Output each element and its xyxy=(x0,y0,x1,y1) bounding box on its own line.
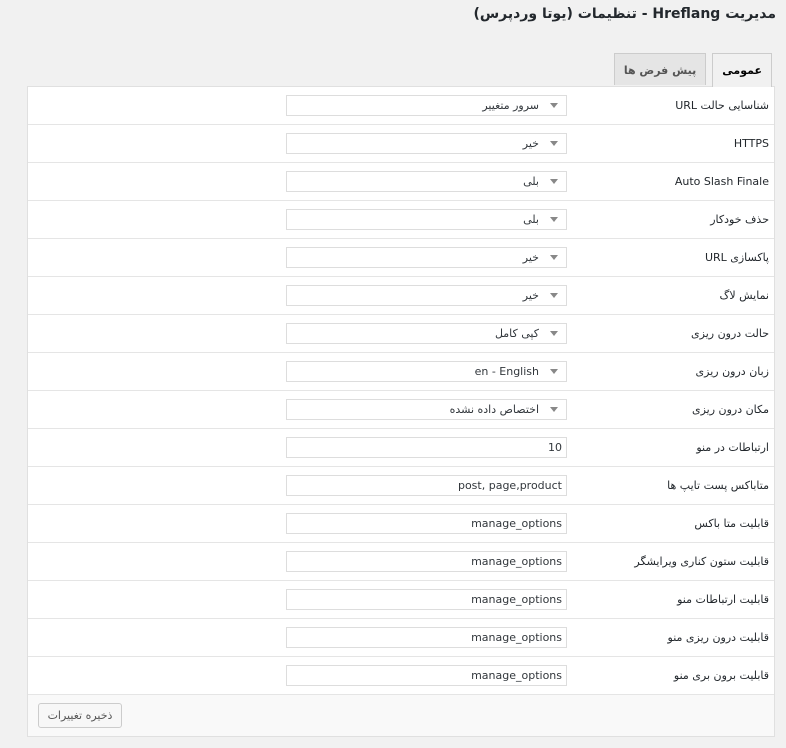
setting-row-menu-links: ارتباطات در منو xyxy=(28,429,774,467)
dropdown-arrow-icon xyxy=(550,255,558,260)
save-changes-button[interactable]: ذخیره تغییرات xyxy=(38,703,122,728)
metabox-post-types-input[interactable] xyxy=(286,475,567,496)
setting-label: قابلیت متا باکس xyxy=(694,517,769,530)
dropdown-arrow-icon xyxy=(550,369,558,374)
setting-row-editor-sidebar-capability: قابلیت ستون کناری ویرایشگر xyxy=(28,543,774,581)
menu-export-capability-input[interactable] xyxy=(286,665,567,686)
dropdown-arrow-icon xyxy=(550,103,558,108)
auto-slash-select[interactable]: بلی xyxy=(286,171,567,192)
setting-label: پاکسازی URL xyxy=(704,251,769,264)
setting-label: شناسایی حالت URL xyxy=(675,99,769,112)
setting-row-menu-export-capability: قابلیت برون بری منو xyxy=(28,657,774,695)
import-location-select[interactable]: اختصاص داده نشده xyxy=(286,399,567,420)
setting-label: ارتباطات در منو xyxy=(696,441,769,454)
menu-import-capability-input[interactable] xyxy=(286,627,567,648)
show-log-select[interactable]: خیر xyxy=(286,285,567,306)
setting-row-import-language: زبان درون ریزی en - English xyxy=(28,353,774,391)
menu-links-capability-input[interactable] xyxy=(286,589,567,610)
menu-links-input[interactable] xyxy=(286,437,567,458)
dropdown-arrow-icon xyxy=(550,141,558,146)
setting-label: مکان درون ریزی xyxy=(691,403,769,416)
select-value: خیر xyxy=(522,251,539,264)
setting-label: حالت درون ریزی xyxy=(691,327,769,340)
setting-label: Auto Slash Finale xyxy=(674,175,769,188)
setting-label: قابلیت ارتباطات منو xyxy=(677,593,769,606)
url-cleanup-select[interactable]: خیر xyxy=(286,247,567,268)
setting-row-menu-links-capability: قابلیت ارتباطات منو xyxy=(28,581,774,619)
setting-label: متاباکس پست تایپ ها xyxy=(667,479,769,492)
setting-row-menu-import-capability: قابلیت درون ریزی منو xyxy=(28,619,774,657)
select-value: خیر xyxy=(522,289,539,302)
auto-delete-select[interactable]: بلی xyxy=(286,209,567,230)
page-title: مدیریت Hreflang - تنظیمات (یوتا وردپرس) xyxy=(473,6,776,22)
form-footer: ذخیره تغییرات xyxy=(28,695,774,736)
metabox-capability-input[interactable] xyxy=(286,513,567,534)
setting-row-import-mode: حالت درون ریزی کپی کامل xyxy=(28,315,774,353)
dropdown-arrow-icon xyxy=(550,293,558,298)
tab-defaults[interactable]: پیش فرض ها xyxy=(613,53,707,85)
setting-row-https: HTTPS خیر xyxy=(28,125,774,163)
setting-row-metabox-capability: قابلیت متا باکس xyxy=(28,505,774,543)
setting-label: زبان درون ریزی xyxy=(695,365,769,378)
tab-bar: عمومی پیش فرض ها xyxy=(608,53,772,87)
setting-label: قابلیت ستون کناری ویرایشگر xyxy=(634,555,769,568)
setting-row-metabox-post-types: متاباکس پست تایپ ها xyxy=(28,467,774,505)
setting-label: HTTPS xyxy=(733,137,769,150)
setting-row-url-detection: شناسایی حالت URL سرور متغییر xyxy=(28,87,774,125)
url-detection-select[interactable]: سرور متغییر xyxy=(286,95,567,116)
select-value: en - English xyxy=(474,365,539,378)
dropdown-arrow-icon xyxy=(550,407,558,412)
dropdown-arrow-icon xyxy=(550,331,558,336)
tab-general[interactable]: عمومی xyxy=(712,53,772,87)
setting-row-auto-slash: Auto Slash Finale بلی xyxy=(28,163,774,201)
https-select[interactable]: خیر xyxy=(286,133,567,154)
setting-row-show-log: نمایش لاگ خیر xyxy=(28,277,774,315)
dropdown-arrow-icon xyxy=(550,217,558,222)
import-language-select[interactable]: en - English xyxy=(286,361,567,382)
setting-label: قابلیت درون ریزی منو xyxy=(667,631,769,644)
setting-label: نمایش لاگ xyxy=(719,289,769,302)
settings-panel: شناسایی حالت URL سرور متغییر HTTPS خیر A… xyxy=(27,86,775,737)
setting-row-auto-delete: حذف خودکار بلی xyxy=(28,201,774,239)
select-value: کپی کامل xyxy=(494,327,539,340)
setting-label: حذف خودکار xyxy=(710,213,769,226)
setting-row-url-cleanup: پاکسازی URL خیر xyxy=(28,239,774,277)
setting-row-import-location: مکان درون ریزی اختصاص داده نشده xyxy=(28,391,774,429)
dropdown-arrow-icon xyxy=(550,179,558,184)
select-value: اختصاص داده نشده xyxy=(449,403,539,416)
import-mode-select[interactable]: کپی کامل xyxy=(286,323,567,344)
select-value: بلی xyxy=(523,175,539,188)
select-value: خیر xyxy=(522,137,539,150)
editor-sidebar-capability-input[interactable] xyxy=(286,551,567,572)
select-value: سرور متغییر xyxy=(482,99,539,112)
select-value: بلی xyxy=(523,213,539,226)
setting-label: قابلیت برون بری منو xyxy=(673,669,769,682)
